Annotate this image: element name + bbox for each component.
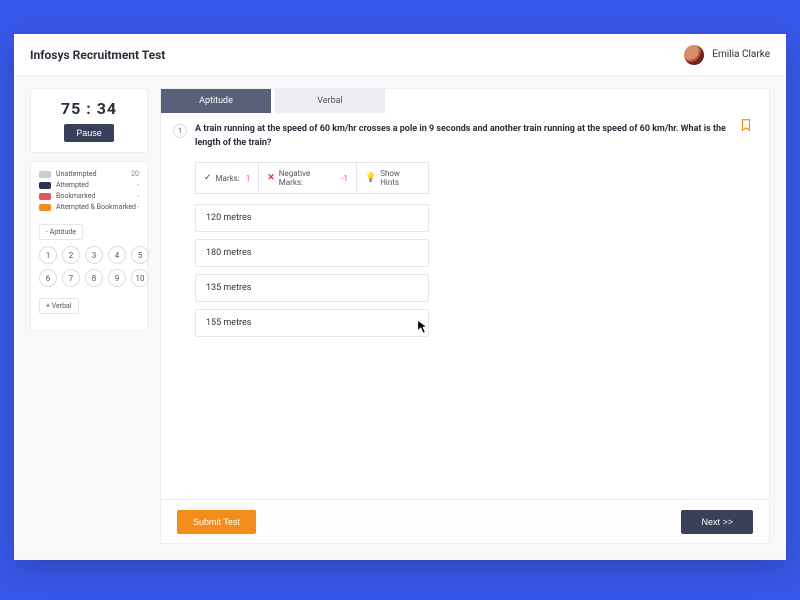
option[interactable]: 180 metres: [195, 239, 429, 267]
qcell[interactable]: 6: [39, 269, 57, 287]
legend-attempted: Attempted -: [39, 181, 139, 189]
tab-row: Aptitude Verbal: [161, 89, 769, 113]
show-hints-button[interactable]: 💡 Show Hints: [356, 163, 428, 193]
option[interactable]: 135 metres: [195, 274, 429, 302]
legend: Unattempted 20 Attempted - Bookmarked -: [39, 170, 139, 211]
section-toggle-aptitude[interactable]: - Aptitude: [39, 224, 83, 240]
x-icon: ✕: [267, 173, 275, 183]
marks-cell: ✓ Marks: 1: [196, 167, 258, 189]
swatch-bookmarked-icon: [39, 193, 51, 200]
question-area: 1 A train running at the speed of 60 km/…: [161, 113, 769, 337]
section-toggle-verbal[interactable]: + Verbal: [39, 298, 79, 314]
swatch-attempted-icon: [39, 182, 51, 189]
marks-bar: ✓ Marks: 1 ✕ Negative Marks: -1 💡 Show H…: [195, 162, 429, 194]
page-title: Infosys Recruitment Test: [30, 48, 165, 62]
pause-button[interactable]: Pause: [64, 124, 114, 142]
option[interactable]: 155 metres: [195, 309, 429, 337]
options-list: 120 metres 180 metres 135 metres 155 met…: [195, 204, 429, 337]
qcell[interactable]: 9: [108, 269, 126, 287]
tab-verbal[interactable]: Verbal: [275, 89, 385, 113]
legend-bookmarked: Bookmarked -: [39, 192, 139, 200]
legend-unattempted: Unattempted 20: [39, 170, 139, 178]
question-number: 1: [173, 124, 187, 138]
app-body: 75 : 34 Pause Unattempted 20 Attempted -: [14, 76, 786, 560]
qcell[interactable]: 10: [131, 269, 149, 287]
top-bar: Infosys Recruitment Test Emilia Clarke: [14, 34, 786, 76]
question-text: A train running at the speed of 60 km/hr…: [195, 123, 749, 150]
bulb-icon: 💡: [365, 173, 376, 183]
swatch-attempted-bookmarked-icon: [39, 204, 51, 211]
sidebar: 75 : 34 Pause Unattempted 20 Attempted -: [30, 88, 148, 544]
qcell[interactable]: 8: [85, 269, 103, 287]
option[interactable]: 120 metres: [195, 204, 429, 232]
swatch-unattempted-icon: [39, 171, 51, 178]
check-icon: ✓: [204, 173, 212, 183]
user-name: Emilia Clarke: [712, 49, 770, 60]
next-button[interactable]: Next >>: [681, 510, 753, 534]
timer-display: 75 : 34: [39, 99, 139, 118]
qcell[interactable]: 7: [62, 269, 80, 287]
question-grid-aptitude: 1 2 3 4 5 6 7 8 9 10: [39, 246, 139, 287]
avatar: [684, 45, 704, 65]
negative-marks-cell: ✕ Negative Marks: -1: [258, 163, 356, 193]
palette-card: Unattempted 20 Attempted - Bookmarked -: [30, 161, 148, 331]
question-header: 1 A train running at the speed of 60 km/…: [173, 123, 749, 150]
main-panel: Aptitude Verbal 1 A train running at the…: [160, 88, 770, 544]
tab-aptitude[interactable]: Aptitude: [161, 89, 271, 113]
qcell[interactable]: 1: [39, 246, 57, 264]
qcell[interactable]: 2: [62, 246, 80, 264]
legend-attempted-bookmarked: Attempted & Bookmarked -: [39, 203, 139, 211]
qcell[interactable]: 4: [108, 246, 126, 264]
footer-bar: Submit Test Next >>: [161, 499, 769, 543]
timer-card: 75 : 34 Pause: [30, 88, 148, 153]
bookmark-icon[interactable]: [739, 117, 753, 133]
app-window: Infosys Recruitment Test Emilia Clarke 7…: [14, 34, 786, 560]
qcell[interactable]: 5: [131, 246, 149, 264]
submit-test-button[interactable]: Submit Test: [177, 510, 256, 534]
user-chip[interactable]: Emilia Clarke: [684, 45, 770, 65]
qcell[interactable]: 3: [85, 246, 103, 264]
